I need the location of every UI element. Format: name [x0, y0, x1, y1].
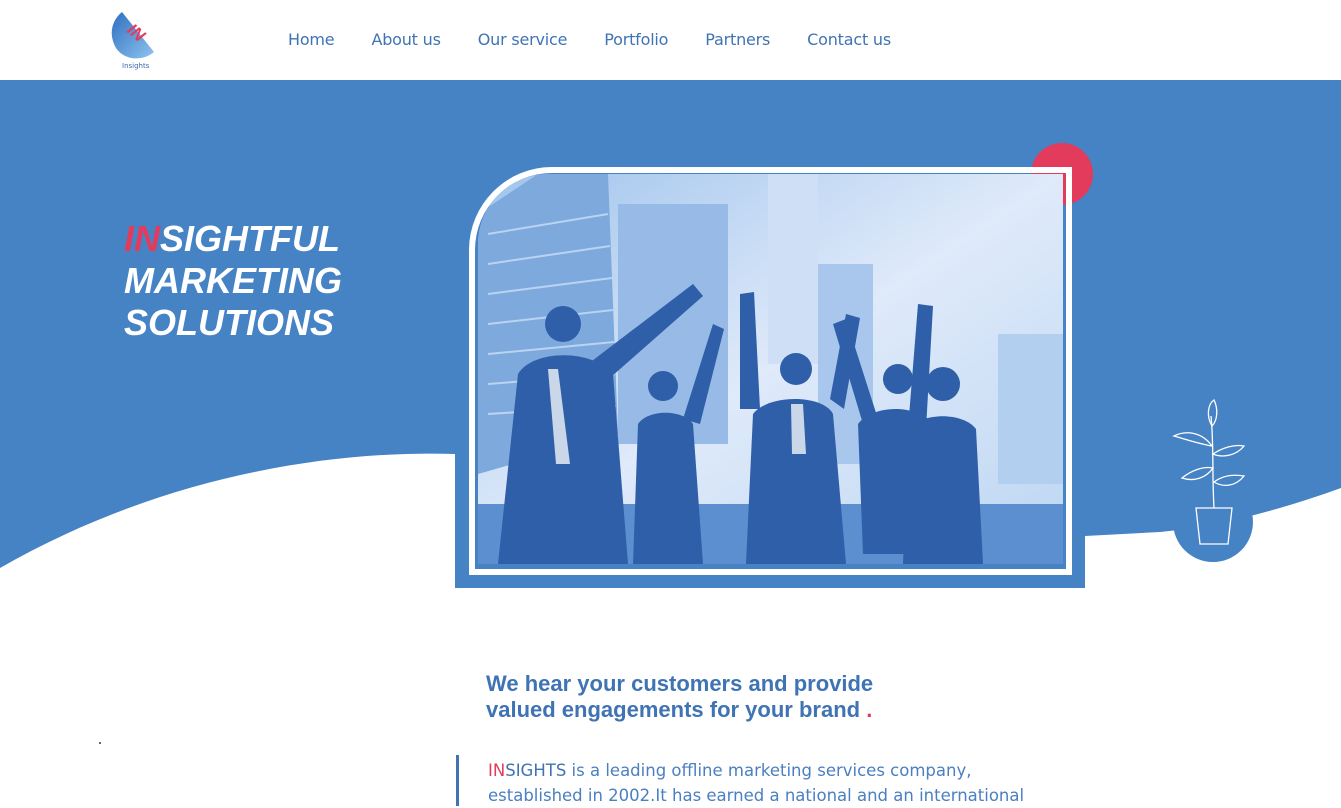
team-celebration-image: [478, 174, 1063, 564]
hero-heading-line-1: SIGHTFUL: [160, 218, 340, 259]
brand-name: SIGHTS: [505, 761, 567, 780]
plant-icon: [1172, 399, 1253, 562]
stray-dot: [99, 742, 101, 744]
site-header: IN Insights Home About us Our service Po…: [0, 0, 1341, 80]
intro-description: INSIGHTS is a leading offline marketing …: [488, 758, 1048, 808]
brand-accent: IN: [488, 761, 506, 780]
tagline-dot: .: [866, 697, 873, 722]
nav-our-service[interactable]: Our service: [478, 28, 568, 52]
nav-portfolio[interactable]: Portfolio: [604, 28, 668, 52]
tagline-line-1: We hear your customers and provide: [486, 671, 874, 696]
nav-contact-us[interactable]: Contact us: [807, 28, 891, 52]
description-text: is a leading offline marketing services …: [488, 761, 1025, 805]
tagline-line-2: valued engagements for your brand: [486, 697, 861, 722]
nav-partners[interactable]: Partners: [705, 28, 770, 52]
hero-heading-line-3: SOLUTIONS: [124, 302, 335, 343]
intro-tagline: We hear your customers and provide value…: [486, 671, 873, 723]
hero-heading-accent: IN: [124, 218, 160, 259]
main-nav: Home About us Our service Portfolio Part…: [288, 28, 928, 52]
logo-caption: Insights: [122, 62, 150, 70]
nav-home[interactable]: Home: [288, 28, 335, 52]
description-accent-bar: [456, 755, 459, 806]
hero-heading-line-2: MARKETING: [124, 260, 342, 301]
hero-heading: INSIGHTFUL MARKETING SOLUTIONS: [124, 218, 342, 344]
hero-photo: [478, 174, 1063, 564]
nav-about-us[interactable]: About us: [371, 28, 440, 52]
